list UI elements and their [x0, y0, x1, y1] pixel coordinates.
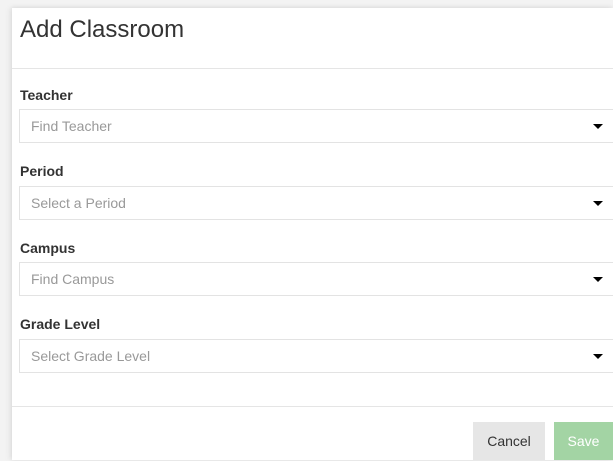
caret-down-icon	[593, 354, 603, 359]
dialog-header: Add Classroom	[12, 8, 613, 69]
add-classroom-dialog: Add Classroom Teacher Find Teacher Perio…	[12, 8, 613, 460]
caret-down-icon	[593, 124, 603, 129]
teacher-select[interactable]: Find Teacher	[19, 109, 613, 143]
grade-level-select-placeholder: Select Grade Level	[31, 348, 151, 364]
cancel-button[interactable]: Cancel	[473, 422, 545, 460]
teacher-select-placeholder: Find Teacher	[31, 118, 112, 134]
period-select[interactable]: Select a Period	[19, 186, 613, 220]
caret-down-icon	[593, 201, 603, 206]
campus-select[interactable]: Find Campus	[19, 262, 613, 296]
period-label: Period	[20, 163, 64, 179]
campus-label: Campus	[20, 240, 76, 256]
period-select-placeholder: Select a Period	[31, 195, 126, 211]
grade-level-select[interactable]: Select Grade Level	[19, 339, 613, 373]
grade-level-label: Grade Level	[20, 316, 101, 332]
teacher-label: Teacher	[20, 87, 73, 103]
dialog-footer: Cancel Save	[12, 406, 613, 461]
save-button[interactable]: Save	[554, 422, 613, 460]
caret-down-icon	[593, 277, 603, 282]
campus-select-placeholder: Find Campus	[31, 271, 115, 287]
dialog-title: Add Classroom	[20, 16, 185, 43]
